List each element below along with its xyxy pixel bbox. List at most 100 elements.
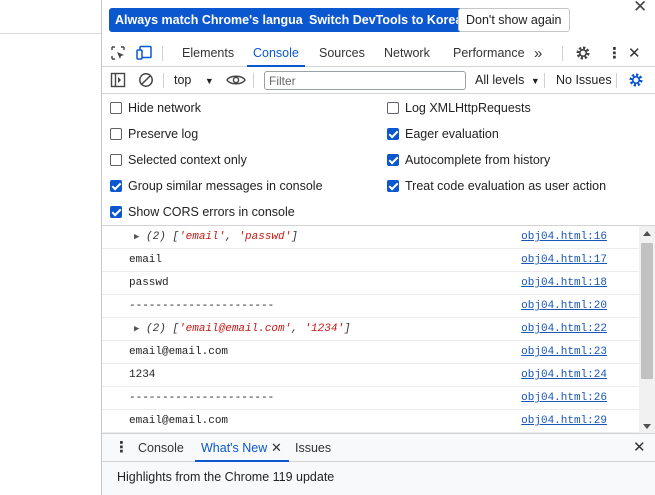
levels-dropdown[interactable]: All levels ▼ <box>475 73 540 87</box>
tab-network[interactable]: Network <box>384 40 430 67</box>
close-drawer-icon[interactable]: ✕ <box>633 434 646 462</box>
issues-counter[interactable]: No Issues <box>556 73 612 87</box>
expand-arrow-icon[interactable]: ▶ <box>134 318 139 340</box>
show-cors-option[interactable]: Show CORS errors in console <box>110 204 295 220</box>
message-text: ---------------------- <box>129 300 275 312</box>
close-tab-icon[interactable]: ✕ <box>271 434 282 462</box>
array-item: '1234' <box>304 323 345 335</box>
caret-down-icon: ▼ <box>530 76 540 86</box>
drawer-tab-issues[interactable]: Issues <box>295 434 331 462</box>
gear-icon[interactable] <box>575 45 591 61</box>
source-link[interactable]: obj04.html:24 <box>521 364 607 386</box>
console-toolbar: top ▼ All levels ▼ No Issues <box>102 67 655 94</box>
caret-down-icon: ▼ <box>204 76 214 86</box>
option-label: Group similar messages in console <box>128 179 323 193</box>
page-content <box>0 0 101 495</box>
switch-korean-button[interactable]: Switch DevTools to Korean <box>303 8 476 32</box>
console-settings-panel: Hide network Preserve log Selected conte… <box>102 95 655 226</box>
array-item: 'email@email.com' <box>179 323 292 335</box>
sidebar-toggle-icon[interactable] <box>110 72 126 88</box>
checkbox[interactable] <box>110 206 122 218</box>
context-selector[interactable]: top ▼ <box>174 73 214 87</box>
array-preview[interactable]: (2) ['email@email.com', '1234'] <box>146 318 351 340</box>
whats-new-highlight: Highlights from the Chrome 119 update <box>117 470 335 484</box>
console-settings-gear-icon[interactable] <box>628 72 644 88</box>
drawer-menu-icon[interactable]: ⋮ <box>114 434 129 462</box>
tab-performance[interactable]: Performance <box>453 40 525 67</box>
eager-evaluation-option[interactable]: Eager evaluation <box>387 126 499 142</box>
drawer-tab-whats-new[interactable]: What's New <box>194 434 290 462</box>
array-item: 'passwd' <box>238 231 292 243</box>
source-link[interactable]: obj04.html:18 <box>521 272 607 294</box>
option-label: Selected context only <box>128 153 247 167</box>
source-link[interactable]: obj04.html:22 <box>521 318 607 340</box>
source-link[interactable]: obj04.html:20 <box>521 295 607 317</box>
treat-user-action-option[interactable]: Treat code evaluation as user action <box>387 178 606 194</box>
close-icon[interactable]: ✕ <box>633 0 647 15</box>
console-message: passwd obj04.html:18 <box>102 272 639 295</box>
source-link[interactable]: obj04.html:16 <box>521 226 607 248</box>
tab-console[interactable]: Console <box>247 40 305 67</box>
console-messages: ▶ (2) ['email', 'passwd'] obj04.html:16 … <box>102 226 639 433</box>
console-message: ---------------------- obj04.html:26 <box>102 387 639 410</box>
message-text: 1234 <box>129 369 156 381</box>
console-message: email@email.com obj04.html:29 <box>102 410 639 433</box>
clear-console-icon[interactable] <box>138 72 154 88</box>
option-label: Log XMLHttpRequests <box>405 101 531 115</box>
scrollbar-thumb[interactable] <box>641 243 653 379</box>
more-options-icon[interactable]: ⋮ <box>607 40 622 67</box>
log-xhr-option[interactable]: Log XMLHttpRequests <box>387 100 531 116</box>
message-text: ---------------------- <box>129 392 275 404</box>
source-link[interactable]: obj04.html:23 <box>521 341 607 363</box>
message-text: passwd <box>129 277 169 289</box>
message-text: email <box>129 254 163 266</box>
chevron-double-right-icon[interactable]: » <box>534 40 542 67</box>
source-link[interactable]: obj04.html:26 <box>521 387 607 409</box>
group-similar-option[interactable]: Group similar messages in console <box>110 178 323 194</box>
autocomplete-history-option[interactable]: Autocomplete from history <box>387 152 550 168</box>
console-message: ▶ (2) ['email', 'passwd'] obj04.html:16 <box>102 226 639 249</box>
console-message: email obj04.html:17 <box>102 249 639 272</box>
levels-label: All levels <box>475 73 525 87</box>
array-count: (2) <box>146 323 166 335</box>
language-infobar: Always match Chrome's language Switch De… <box>102 0 655 40</box>
inspect-element-icon[interactable] <box>110 45 126 61</box>
expand-arrow-icon[interactable]: ▶ <box>134 226 139 248</box>
whats-new-panel: Highlights from the Chrome 119 update <box>102 462 655 495</box>
preserve-log-option[interactable]: Preserve log <box>110 126 198 142</box>
checkbox[interactable] <box>387 128 399 140</box>
option-label: Hide network <box>128 101 201 115</box>
checkbox[interactable] <box>387 180 399 192</box>
drawer-tabbar: ⋮ Console What's New ✕ Issues ✕ <box>102 433 655 462</box>
close-devtools-icon[interactable]: ✕ <box>628 40 641 67</box>
source-link[interactable]: obj04.html:17 <box>521 249 607 271</box>
checkbox[interactable] <box>110 154 122 166</box>
array-preview[interactable]: (2) ['email', 'passwd'] <box>146 226 298 248</box>
tab-elements[interactable]: Elements <box>182 40 234 67</box>
scroll-down-arrow-icon[interactable] <box>643 424 651 429</box>
filter-input[interactable] <box>264 71 466 90</box>
checkbox[interactable] <box>110 102 122 114</box>
tab-sources[interactable]: Sources <box>319 40 365 67</box>
option-label: Autocomplete from history <box>405 153 551 167</box>
option-label: Treat code evaluation as user action <box>405 179 607 193</box>
dont-show-again-button[interactable]: Don't show again <box>458 8 570 32</box>
checkbox[interactable] <box>387 102 399 114</box>
message-text: email@email.com <box>129 415 229 427</box>
hide-network-option[interactable]: Hide network <box>110 100 201 116</box>
array-item: 'email' <box>179 231 226 243</box>
device-toolbar-icon[interactable] <box>136 45 153 61</box>
message-text: email@email.com <box>129 346 229 358</box>
eye-icon[interactable] <box>226 73 246 87</box>
console-message: ▶ (2) ['email@email.com', '1234'] obj04.… <box>102 318 639 341</box>
selected-context-option[interactable]: Selected context only <box>110 152 247 168</box>
checkbox[interactable] <box>110 128 122 140</box>
drawer-tab-console[interactable]: Console <box>138 434 184 462</box>
scroll-up-arrow-icon[interactable] <box>643 231 651 236</box>
console-message: email@email.com obj04.html:23 <box>102 341 639 364</box>
devtools-panel: Always match Chrome's language Switch De… <box>101 0 655 495</box>
checkbox[interactable] <box>110 180 122 192</box>
match-language-button[interactable]: Always match Chrome's language <box>109 8 324 32</box>
checkbox[interactable] <box>387 154 399 166</box>
source-link[interactable]: obj04.html:29 <box>521 410 607 432</box>
